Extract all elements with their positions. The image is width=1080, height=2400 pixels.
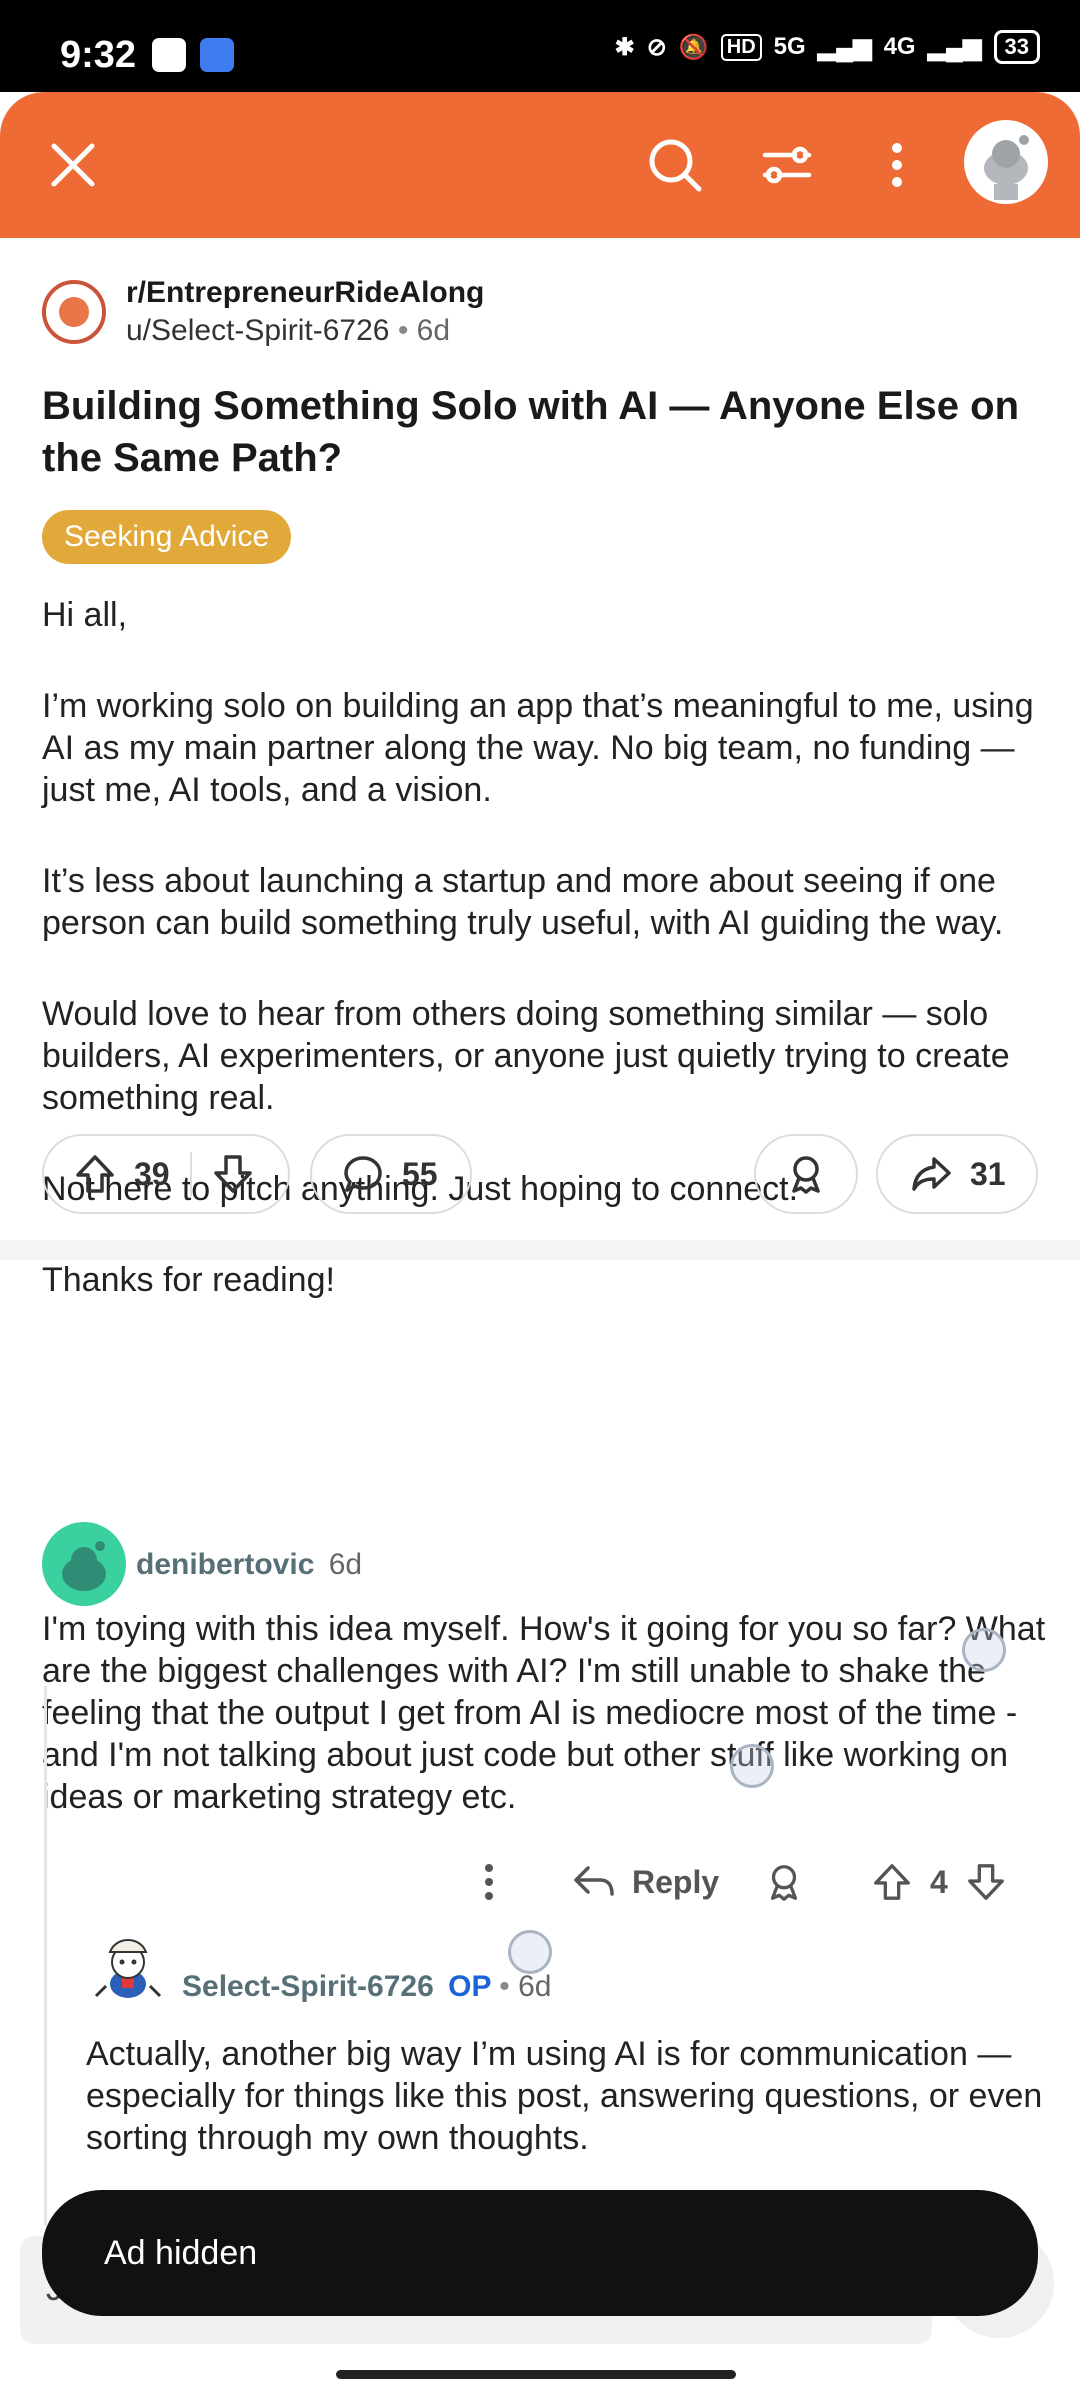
post-body: Hi all, I’m working solo on building an … [42,594,1052,1350]
share-count: 31 [970,1155,1006,1192]
notification-app-icon [152,38,186,72]
link-icon: ⊘ [646,33,667,61]
user-avatar[interactable] [964,120,1048,204]
reply-author: Select-Spirit-6726 OP • 6d [182,1970,552,2003]
reply-body: Actually, another big way I’m using AI i… [86,2035,1043,2157]
thread-line [44,1686,47,2226]
upvote-count: 39 [134,1155,170,1192]
signal-icon-2: ▂▄▆ [927,33,982,61]
comment-vote-count: 4 [930,1863,948,1900]
status-icons: ✱ ⊘ 🔕 HD 5G ▂▄▆ 4G ▂▄▆ 33 [615,30,1040,64]
reply-author-name[interactable]: Select-Spirit-6726 [182,1970,434,2003]
comment-icon [342,1153,384,1195]
notification-link-icon [200,38,234,72]
section-divider [0,1240,1080,1260]
post-age: 6d [416,314,451,347]
comment-upvote-icon[interactable] [872,1862,912,1902]
bluetooth-icon: ✱ [614,33,635,61]
subreddit-name[interactable]: r/EntrepreneurRideAlong [126,276,484,310]
touch-indicator [962,1628,1006,1672]
comment-downvote-icon[interactable] [966,1862,1006,1902]
post-flair[interactable]: Seeking Advice [42,510,292,564]
post-meta: u/Select-Spirit-6726 • 6d [126,314,451,347]
post-paragraph: Would love to hear from others doing som… [42,995,1010,1117]
award-icon [785,1153,827,1195]
reply-avatar[interactable] [86,1926,170,2010]
comment-body: I'm toying with this idea myself. How's … [42,1610,1046,1816]
post-paragraph: I’m working solo on building an app that… [42,687,1034,809]
vote-pill: 39 [42,1134,290,1214]
comments-button[interactable]: 55 [310,1134,472,1214]
share-button[interactable]: 31 [876,1134,1038,1214]
top-app-bar [0,92,1080,238]
hd-badge: HD [720,33,762,61]
post-paragraph: Hi all, [42,596,128,634]
subreddit-icon[interactable] [42,280,106,344]
reply-age: 6d [518,1970,552,2003]
battery-indicator: 33 [993,30,1040,64]
award-button[interactable] [754,1134,858,1214]
op-badge: OP [448,1970,491,2003]
status-time: 9:32 [60,34,137,76]
mute-icon: 🔕 [678,33,709,61]
share-icon [910,1153,952,1195]
post-author[interactable]: u/Select-Spirit-6726 [126,314,389,347]
gesture-handle[interactable] [336,2370,736,2379]
downvote-icon[interactable] [212,1153,254,1195]
post-actions: 39 55 31 [42,1134,1038,1218]
sort-filter-icon[interactable] [752,130,822,200]
comment-count: 55 [402,1155,438,1192]
more-options-icon[interactable] [482,1862,496,1902]
toast-message: Ad hidden [104,2234,258,2272]
reply-label: Reply [632,1863,720,1900]
more-vertical-icon[interactable] [862,130,932,200]
comment-author-name[interactable]: denibertovic [136,1548,314,1581]
post-title: Building Something Solo with AI — Anyone… [42,384,1020,480]
close-icon[interactable] [38,130,108,200]
touch-indicator [730,1744,774,1788]
network-5g: 5G [773,33,806,60]
post-paragraph: It’s less about launching a startup and … [42,862,1004,942]
comment-age: 6d [328,1548,363,1581]
comment-author: denibertovic 6d [136,1548,362,1582]
reply-button[interactable]: Reply [572,1862,719,1902]
comment-avatar[interactable] [42,1522,126,1606]
network-4g: 4G [883,33,916,60]
search-icon[interactable] [640,130,710,200]
status-bar: 9:32 ✱ ⊘ 🔕 HD 5G ▂▄▆ 4G ▂▄▆ 33 [0,0,1080,92]
upvote-icon[interactable] [74,1153,116,1195]
touch-indicator [508,1930,552,1974]
award-icon[interactable] [764,1862,804,1902]
post-paragraph: Thanks for reading! [42,1261,335,1299]
toast-snackbar: Ad hidden [42,2190,1038,2316]
post-header: r/EntrepreneurRideAlong u/Select-Spirit-… [42,276,484,348]
comment-actions: Reply 4 [462,1858,1022,1906]
vote-divider [189,1152,192,1196]
signal-icon: ▂▄▆ [817,33,872,61]
